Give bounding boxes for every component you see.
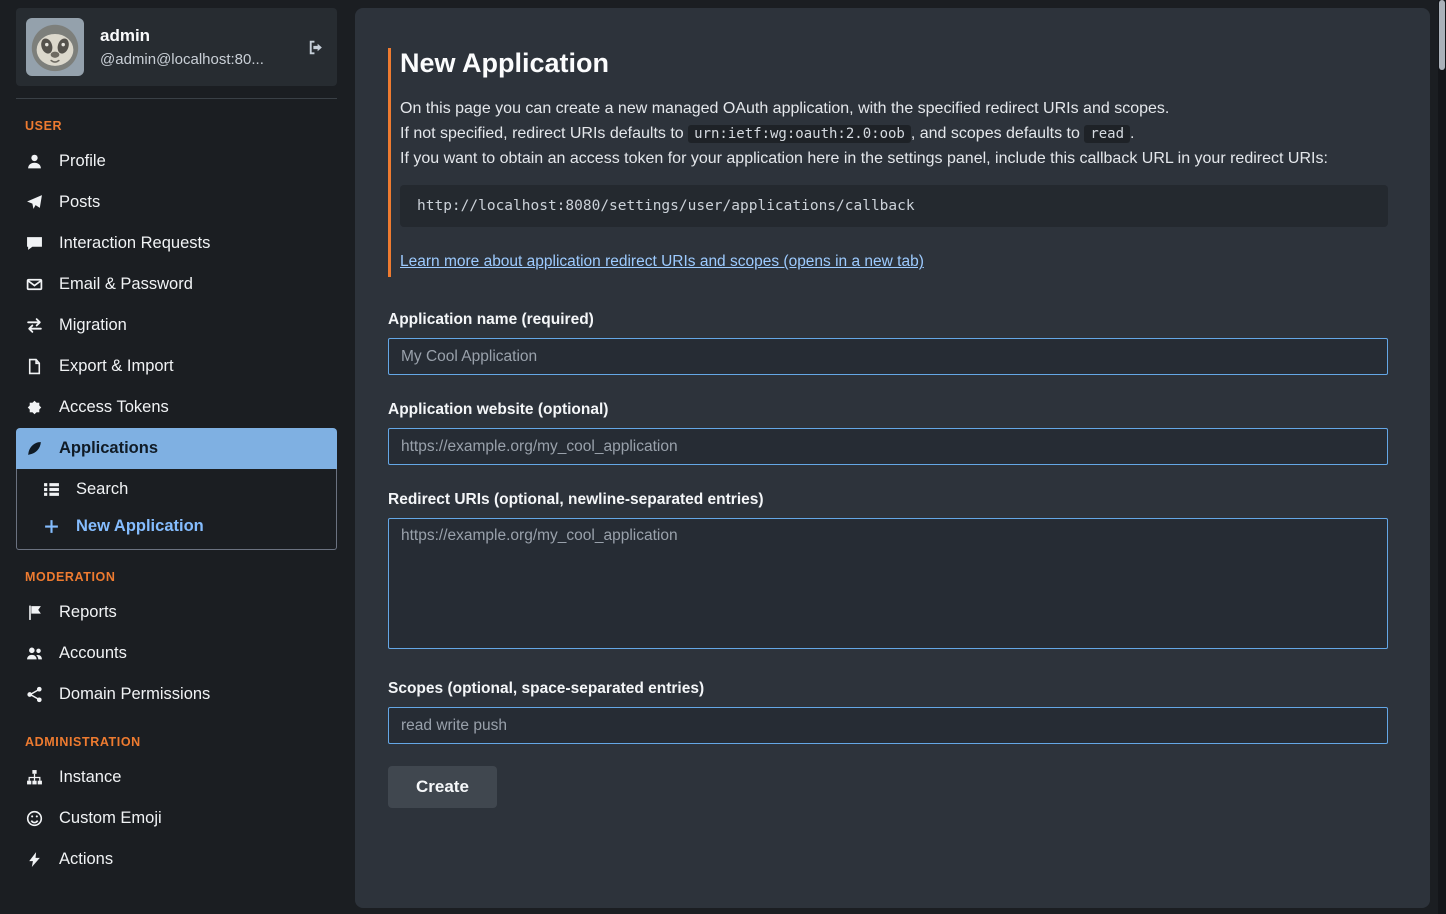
- user-card-wrap: admin @admin@localhost:80...: [16, 8, 337, 99]
- user-handle: @admin@localhost:80...: [100, 51, 264, 68]
- sidebar-item-applications[interactable]: Applications: [16, 428, 337, 469]
- intro-line-1: On this page you can create a new manage…: [400, 100, 1169, 117]
- application-name-group: Application name (required): [388, 311, 1388, 375]
- flag-icon: [25, 604, 44, 621]
- page-title: New Application: [400, 48, 1388, 79]
- sidebar-item-label: Interaction Requests: [59, 234, 210, 253]
- logout-icon[interactable]: [306, 39, 325, 56]
- sidebar-item-label: Reports: [59, 603, 117, 622]
- sidebar-item-label: Custom Emoji: [59, 809, 162, 828]
- sidebar-item-instance[interactable]: Instance: [16, 757, 337, 798]
- sidebar-item-interaction-requests[interactable]: Interaction Requests: [16, 223, 337, 264]
- sidebar: admin @admin@localhost:80... USER Profil…: [0, 0, 355, 914]
- comment-icon: [25, 235, 44, 252]
- redirect-uris-textarea[interactable]: [388, 518, 1388, 649]
- main-content: New Application On this page you can cre…: [355, 8, 1430, 848]
- sidebar-item-domain-permissions[interactable]: Domain Permissions: [16, 674, 337, 715]
- application-name-label: Application name (required): [388, 311, 1388, 329]
- application-website-input[interactable]: [388, 428, 1388, 465]
- sidebar-item-label: Accounts: [59, 644, 127, 663]
- sidebar-item-label: Actions: [59, 850, 113, 869]
- intro-line-2-pre: If not specified, redirect URIs defaults…: [400, 125, 688, 142]
- sidebar-item-label: Export & Import: [59, 357, 174, 376]
- redirect-uris-group: Redirect URIs (optional, newline-separat…: [388, 491, 1388, 654]
- section-label-administration: ADMINISTRATION: [25, 735, 337, 749]
- sidebar-item-new-application[interactable]: New Application: [17, 508, 336, 545]
- user-card[interactable]: admin @admin@localhost:80...: [16, 8, 337, 86]
- learn-more-link[interactable]: Learn more about application redirect UR…: [400, 253, 924, 271]
- section-label-user: USER: [25, 119, 337, 133]
- sidebar-section-administration: ADMINISTRATION Instance Custom Emoji Act…: [16, 735, 337, 880]
- create-button[interactable]: Create: [388, 766, 497, 808]
- application-website-group: Application website (optional): [388, 401, 1388, 465]
- intro-line-2-post: .: [1130, 125, 1134, 142]
- list-icon: [42, 481, 61, 498]
- sidebar-item-label: Email & Password: [59, 275, 193, 294]
- envelope-icon: [25, 276, 44, 293]
- section-label-moderation: MODERATION: [25, 570, 337, 584]
- sidebar-item-label: Domain Permissions: [59, 685, 210, 704]
- sidebar-item-reports[interactable]: Reports: [16, 592, 337, 633]
- sidebar-item-export-import[interactable]: Export & Import: [16, 346, 337, 387]
- sidebar-section-moderation: MODERATION Reports Accounts Domain Permi…: [16, 570, 337, 715]
- inline-code-oob: urn:ietf:wg:oauth:2.0:oob: [688, 125, 911, 143]
- sidebar-item-label: New Application: [76, 517, 204, 536]
- application-website-label: Application website (optional): [388, 401, 1388, 419]
- intro-line-3: If you want to obtain an access token fo…: [400, 150, 1328, 167]
- share-nodes-icon: [25, 686, 44, 703]
- page-scrollbar[interactable]: [1438, 0, 1446, 914]
- sidebar-item-custom-emoji[interactable]: Custom Emoji: [16, 798, 337, 839]
- sidebar-item-posts[interactable]: Posts: [16, 182, 337, 223]
- avatar: [26, 18, 84, 76]
- nav-user: Profile Posts Interaction Requests Email…: [16, 141, 337, 550]
- user-name: admin: [100, 26, 264, 46]
- page-scrollbar-thumb[interactable]: [1439, 0, 1445, 70]
- sidebar-item-email-password[interactable]: Email & Password: [16, 264, 337, 305]
- sidebar-item-migration[interactable]: Migration: [16, 305, 337, 346]
- user-info: admin @admin@localhost:80...: [100, 26, 264, 68]
- sidebar-item-access-tokens[interactable]: Access Tokens: [16, 387, 337, 428]
- nav-administration: Instance Custom Emoji Actions: [16, 757, 337, 880]
- plus-icon: [42, 518, 61, 535]
- bolt-icon: [25, 851, 44, 868]
- sidebar-item-profile[interactable]: Profile: [16, 141, 337, 182]
- sidebar-section-user: USER Profile Posts Interaction Requests …: [16, 119, 337, 550]
- sidebar-item-label: Migration: [59, 316, 127, 335]
- file-export-icon: [25, 358, 44, 375]
- scopes-label: Scopes (optional, space-separated entrie…: [388, 680, 1388, 698]
- nav-moderation: Reports Accounts Domain Permissions: [16, 592, 337, 715]
- user-icon: [25, 153, 44, 170]
- smile-icon: [25, 810, 44, 827]
- feather-icon: [25, 440, 44, 457]
- intro-text: On this page you can create a new manage…: [400, 97, 1388, 171]
- callback-url-block[interactable]: http://localhost:8080/settings/user/appl…: [400, 185, 1388, 227]
- inline-code-read: read: [1084, 125, 1130, 143]
- transfer-icon: [25, 317, 44, 334]
- sidebar-item-label: Profile: [59, 152, 106, 171]
- application-name-input[interactable]: [388, 338, 1388, 375]
- paper-plane-icon: [25, 194, 44, 211]
- sidebar-item-applications-search[interactable]: Search: [17, 471, 336, 508]
- users-icon: [25, 645, 44, 662]
- scopes-input[interactable]: [388, 707, 1388, 744]
- sidebar-item-label: Access Tokens: [59, 398, 169, 417]
- applications-submenu: Search New Application: [16, 469, 337, 550]
- sidebar-item-label: Search: [76, 480, 128, 499]
- scopes-group: Scopes (optional, space-separated entrie…: [388, 680, 1388, 744]
- intro-line-2-mid: , and scopes defaults to: [911, 125, 1084, 142]
- redirect-uris-label: Redirect URIs (optional, newline-separat…: [388, 491, 1388, 509]
- sidebar-item-actions[interactable]: Actions: [16, 839, 337, 880]
- intro-block: New Application On this page you can cre…: [388, 48, 1388, 277]
- sidebar-item-accounts[interactable]: Accounts: [16, 633, 337, 674]
- certificate-icon: [25, 399, 44, 416]
- new-application-form: Application name (required) Application …: [388, 311, 1388, 808]
- sidebar-item-label: Posts: [59, 193, 100, 212]
- sidebar-item-label: Instance: [59, 768, 121, 787]
- sidebar-item-label: Applications: [59, 439, 158, 458]
- sitemap-icon: [25, 769, 44, 786]
- main-panel: New Application On this page you can cre…: [355, 8, 1430, 908]
- callback-url: http://localhost:8080/settings/user/appl…: [417, 198, 915, 214]
